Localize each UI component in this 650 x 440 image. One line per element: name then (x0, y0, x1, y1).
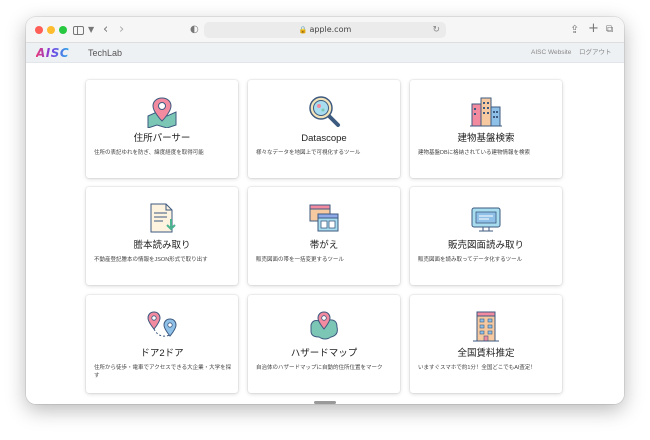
card-title: 住所パーサー (133, 133, 191, 144)
aisc-logo[interactable]: AISC (36, 46, 69, 60)
card-registry-reader[interactable]: 謄本読み取り 不動産登記謄本の情報をJSON形式で取り出す (86, 187, 238, 285)
reload-icon[interactable]: ↻ (432, 22, 440, 38)
card-hazard-map[interactable]: ハザードマップ 自治体のハザードマップに自動的住所位置をマーク (248, 295, 400, 393)
magnifier-icon (309, 96, 340, 127)
layout-panels-icon (309, 204, 339, 232)
browser-window: ▼ ‹ › ◐ 🔒 apple.com ↻ ⇪ + ⧉ AISC TechLab … (26, 17, 624, 404)
card-description: 様々なデータを地図上で可視化するツール (256, 150, 361, 156)
card-title: 全国賃料推定 (457, 348, 515, 359)
card-door-to-door[interactable]: ドア2ドア 住所から徒歩・電車でアクセスできる大企業・大学を探す (86, 295, 238, 393)
card-description: いますぐスマホで約1分！全国どこでもAI査定！ (418, 365, 536, 371)
lock-icon: 🔒 (298, 26, 308, 34)
close-window-button[interactable] (35, 26, 43, 34)
address-bar[interactable]: 🔒 apple.com ↻ (204, 22, 446, 38)
minimize-window-button[interactable] (47, 26, 55, 34)
card-description: 不動産登記謄本の情報をJSON形式で取り出す (94, 257, 208, 263)
tabs-icon[interactable]: ⧉ (606, 23, 613, 37)
aisc-website-link[interactable]: AISC Website (531, 48, 571, 58)
card-datascope[interactable]: Datascope 様々なデータを地図上で可視化するツール (248, 80, 400, 178)
app-name: TechLab (88, 48, 123, 58)
maximize-window-button[interactable] (59, 26, 67, 34)
document-download-icon (150, 203, 176, 233)
card-description: 販売図面を読み取ってデータ化するツール (418, 257, 523, 263)
apartment-building-icon (473, 311, 499, 342)
card-band-replace[interactable]: 帯がえ 販売図面の帯を一括変更するツール (248, 187, 400, 285)
card-building-search[interactable]: 建物基盤検索 建物基盤DBに格納されている建物情報を検索 (410, 80, 562, 178)
card-address-parser[interactable]: 住所パーサー 住所の表記ゆれを防ぎ、緯度経度を取得可能 (86, 80, 238, 178)
hazard-map-icon (310, 311, 338, 340)
card-description: 自治体のハザードマップに自動的住所位置をマーク (256, 365, 383, 371)
forward-icon[interactable]: › (119, 23, 124, 37)
card-description: 販売図面の帯を一括変更するツール (256, 257, 344, 263)
card-title: 建物基盤検索 (457, 133, 515, 144)
browser-toolbar: ▼ ‹ › ◐ 🔒 apple.com ↻ ⇪ + ⧉ (26, 17, 624, 43)
share-icon[interactable]: ⇪ (570, 23, 579, 37)
card-sales-drawing-reader[interactable]: 販売図面読み取り 販売図面を読み取ってデータ化するツール (410, 187, 562, 285)
card-title: ドア2ドア (140, 348, 184, 359)
sidebar-icon[interactable] (73, 26, 84, 35)
map-pin-icon (147, 97, 177, 128)
scroll-handle[interactable] (314, 401, 336, 404)
monitor-icon (471, 207, 501, 232)
route-pins-icon (147, 311, 177, 337)
tool-grid: 住所パーサー 住所の表記ゆれを防ぎ、緯度経度を取得可能 Datascope 様々… (26, 64, 624, 404)
shield-icon[interactable]: ◐ (190, 23, 199, 37)
card-title: 帯がえ (309, 240, 339, 251)
card-title: ハザードマップ (290, 348, 358, 359)
plus-icon[interactable]: + (588, 22, 599, 36)
card-description: 建物基盤DBに格納されている建物情報を検索 (418, 150, 530, 156)
buildings-icon (470, 97, 502, 127)
card-title: 謄本読み取り (133, 240, 191, 251)
card-rent-estimate[interactable]: 全国賃料推定 いますぐスマホで約1分！全国どこでもAI査定！ (410, 295, 562, 393)
back-icon[interactable]: ‹ (103, 23, 108, 37)
card-description: 住所から徒歩・電車でアクセスできる大企業・大学を探す (94, 365, 232, 379)
card-description: 住所の表記ゆれを防ぎ、緯度経度を取得可能 (94, 150, 204, 156)
app-header: AISC TechLab AISC Website ログアウト (26, 43, 624, 63)
chevron-down-icon[interactable]: ▼ (88, 23, 94, 37)
card-title: Datascope (301, 133, 347, 144)
card-title: 販売図面読み取り (447, 240, 524, 251)
logout-link[interactable]: ログアウト (579, 48, 612, 58)
url-text: apple.com (309, 25, 352, 34)
